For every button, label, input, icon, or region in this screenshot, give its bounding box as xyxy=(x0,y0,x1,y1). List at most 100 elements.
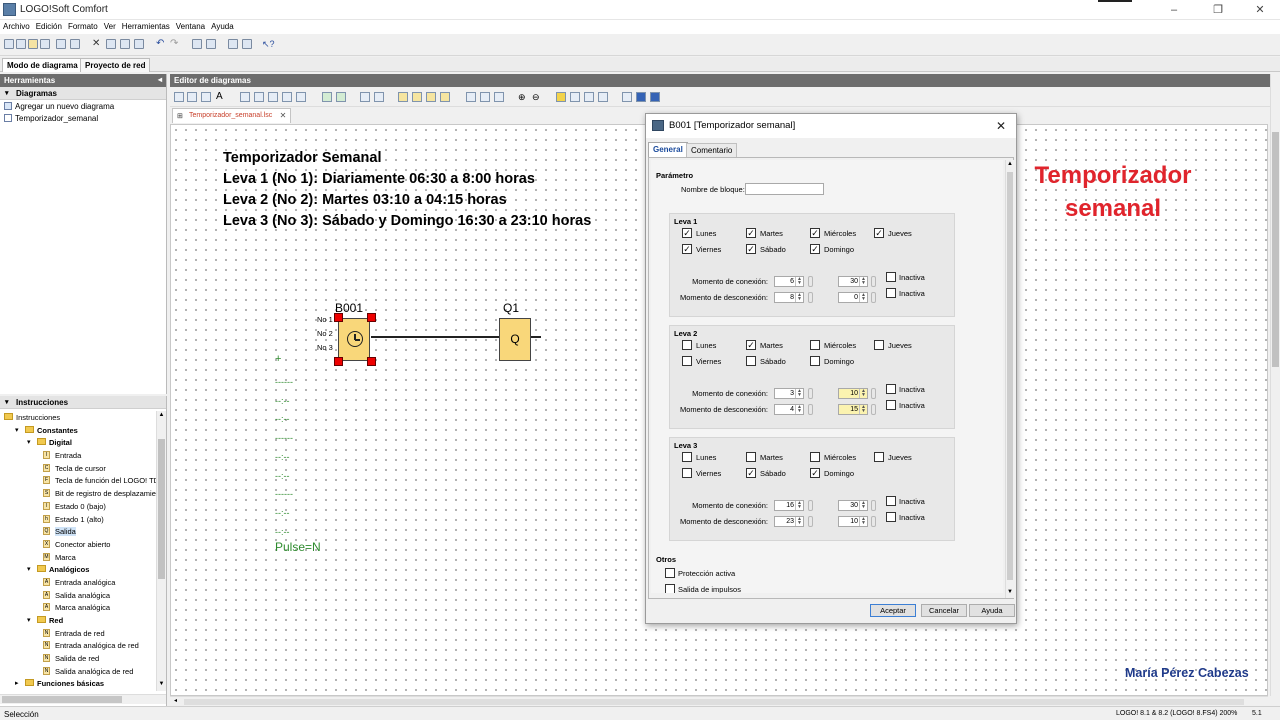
instruction-tree-item[interactable]: N Salida analógica de red xyxy=(0,665,156,678)
align-right-icon[interactable] xyxy=(268,92,278,102)
hour-stepper[interactable]: 3 ▲ ▼ xyxy=(774,388,804,399)
instruction-tree-item[interactable]: A Marca analógica xyxy=(0,601,156,614)
ungroup-icon[interactable] xyxy=(336,92,346,102)
instruction-tree-item[interactable]: M Marca xyxy=(0,551,156,564)
hour-stepper[interactable]: 23 ▲ ▼ xyxy=(774,516,804,527)
format-icon[interactable] xyxy=(570,92,580,102)
hour-stepper[interactable]: 4 ▲ ▼ xyxy=(774,404,804,415)
diagramas-section[interactable]: ▾ Diagramas xyxy=(0,87,166,100)
align-top-icon[interactable] xyxy=(282,92,292,102)
print-icon[interactable] xyxy=(70,39,80,49)
day-checkbox[interactable]: ✓ xyxy=(682,228,692,238)
constants-tool-icon[interactable] xyxy=(201,92,211,102)
instruction-tree-item[interactable]: ▾ Constantes xyxy=(0,424,156,437)
block-name-input[interactable] xyxy=(745,183,824,195)
menu-edicion[interactable]: Edición xyxy=(33,20,65,31)
rotate-left-icon[interactable] xyxy=(360,92,370,102)
chevron-down-icon[interactable]: ▾ xyxy=(15,426,19,434)
day-checkbox[interactable] xyxy=(874,340,884,350)
tab-comentario[interactable]: Comentario xyxy=(686,143,738,157)
inactive-checkbox[interactable] xyxy=(886,272,896,282)
restore-icon[interactable]: ❐ xyxy=(1208,2,1228,18)
connect-tool-icon[interactable] xyxy=(187,92,197,102)
spinner-icon[interactable]: ▲ ▼ xyxy=(795,517,803,526)
instruction-tree-item[interactable]: F Tecla de función del LOGO! TD xyxy=(0,474,156,487)
day-checkbox[interactable]: ✓ xyxy=(810,244,820,254)
inactive-checkbox[interactable] xyxy=(886,400,896,410)
day-checkbox[interactable]: ✓ xyxy=(810,468,820,478)
minute-stepper[interactable]: 15 ▲ ▼ xyxy=(838,404,868,415)
ayuda-button[interactable]: Ayuda xyxy=(969,604,1015,617)
day-checkbox[interactable] xyxy=(746,356,756,366)
instruction-tree-item[interactable]: ▸ Funciones básicas xyxy=(0,677,156,690)
instruction-tree-item[interactable]: N Salida de red xyxy=(0,652,156,665)
text-tool-icon[interactable]: A xyxy=(216,92,226,102)
tab-general[interactable]: General xyxy=(648,142,688,157)
day-checkbox[interactable]: ✓ xyxy=(746,228,756,238)
open-folder-icon[interactable] xyxy=(40,39,50,49)
instruction-tree-item[interactable]: Instrucciones xyxy=(0,411,156,424)
selection-handle-br[interactable] xyxy=(367,357,376,366)
minute-stepper[interactable]: 30 ▲ ▼ xyxy=(838,500,868,511)
salida-impulsos-checkbox[interactable] xyxy=(665,584,675,593)
block-icon-4[interactable] xyxy=(440,92,450,102)
paste-icon[interactable] xyxy=(134,39,144,49)
menu-ver[interactable]: Ver xyxy=(101,20,119,31)
align-center-icon[interactable] xyxy=(254,92,264,102)
align-bottom-icon[interactable] xyxy=(296,92,306,102)
tab-proyecto-red[interactable]: Proyecto de red xyxy=(80,58,151,72)
spinner-icon[interactable]: ▲ ▼ xyxy=(859,517,867,526)
day-checkbox[interactable] xyxy=(810,340,820,350)
merge-icon[interactable] xyxy=(650,92,660,102)
inactive-checkbox[interactable] xyxy=(886,496,896,506)
output-q1-block[interactable]: Q xyxy=(499,318,531,361)
instruction-tree-item[interactable]: ▾ Analógicos xyxy=(0,563,156,576)
save-icon[interactable] xyxy=(56,39,66,49)
delete-icon[interactable]: ✕ xyxy=(92,39,102,49)
cancelar-button[interactable]: Cancelar xyxy=(921,604,967,617)
undo-icon[interactable]: ↶ xyxy=(156,39,166,49)
open-icon[interactable] xyxy=(28,39,38,49)
spinner-icon[interactable]: ▲ ▼ xyxy=(859,277,867,286)
menu-ventana[interactable]: Ventana xyxy=(173,20,208,31)
instruction-tree-item[interactable]: h Estado 1 (alto) xyxy=(0,513,156,526)
tab-modo-diagrama[interactable]: Modo de diagrama xyxy=(2,58,83,72)
zoom-in-icon[interactable]: ⊕ xyxy=(518,92,528,102)
hour-stepper[interactable]: 6 ▲ ▼ xyxy=(774,276,804,287)
instructions-panel-header[interactable]: ▾ Instrucciones xyxy=(0,396,166,409)
instructions-scrollbar[interactable]: ▲ ▼ xyxy=(156,411,166,691)
instruction-tree-item[interactable]: N Entrada analógica de red xyxy=(0,639,156,652)
block-icon-1[interactable] xyxy=(398,92,408,102)
day-checkbox[interactable] xyxy=(682,356,692,366)
redo-icon[interactable]: ↷ xyxy=(170,39,180,49)
spinner-icon[interactable]: ▲ ▼ xyxy=(859,405,867,414)
editor-hscrollbar[interactable]: ◂ xyxy=(170,696,1268,706)
rotate-right-icon[interactable] xyxy=(374,92,384,102)
day-checkbox[interactable]: ✓ xyxy=(682,244,692,254)
minimize-icon[interactable]: – xyxy=(1164,2,1184,18)
close-window-icon[interactable]: ✕ xyxy=(1250,2,1270,18)
hour-stepper[interactable]: 16 ▲ ▼ xyxy=(774,500,804,511)
view-grid-icon[interactable] xyxy=(494,92,504,102)
weekly-timer-block[interactable] xyxy=(338,318,370,361)
spinner-icon[interactable]: ▲ ▼ xyxy=(859,293,867,302)
select-tool-icon[interactable] xyxy=(174,92,184,102)
help-cursor-icon[interactable]: ↖? xyxy=(262,39,275,49)
instruction-tree-item[interactable]: C Tecla de cursor xyxy=(0,462,156,475)
minute-stepper[interactable]: 10 ▲ ▼ xyxy=(838,516,868,527)
inactive-checkbox[interactable] xyxy=(886,512,896,522)
chevron-down-icon[interactable]: ▾ xyxy=(27,438,31,446)
layout-icon[interactable] xyxy=(598,92,608,102)
instruction-tree-item[interactable]: ▾ Digital xyxy=(0,436,156,449)
view-single-icon[interactable] xyxy=(466,92,476,102)
instruction-tree-item[interactable]: X Conector abierto xyxy=(0,538,156,551)
block-icon-2[interactable] xyxy=(412,92,422,102)
menu-formato[interactable]: Formato xyxy=(65,20,101,31)
editor-hscroll-thumb[interactable] xyxy=(184,699,1244,705)
day-checkbox[interactable] xyxy=(682,452,692,462)
editor-vscrollbar[interactable] xyxy=(1270,74,1280,696)
spinner-icon[interactable]: ▲ ▼ xyxy=(795,293,803,302)
dialog-scroll-thumb[interactable] xyxy=(1007,172,1013,580)
view-split-icon[interactable] xyxy=(480,92,490,102)
day-checkbox[interactable] xyxy=(682,340,692,350)
